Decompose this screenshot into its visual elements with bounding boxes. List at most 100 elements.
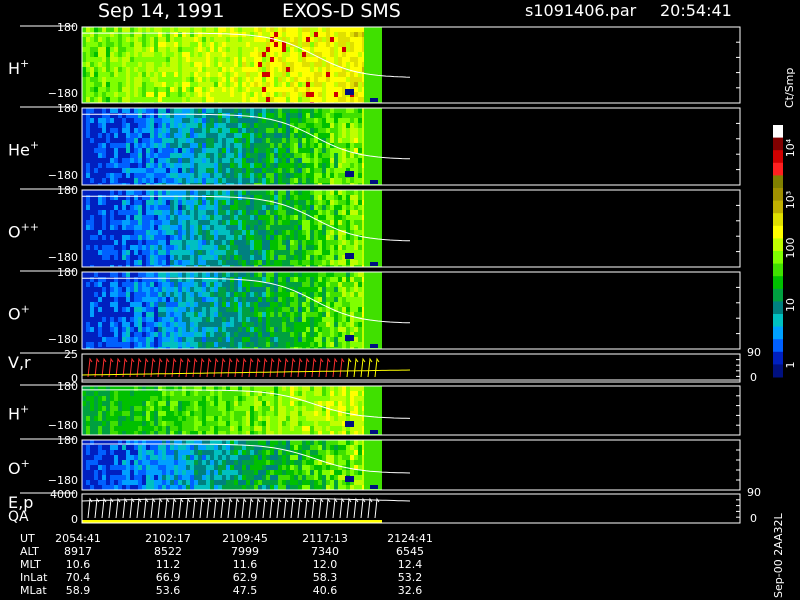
colorbar-swatch [773,225,783,239]
flag-mark [370,98,378,102]
orbit-cell: 2054:41 [55,532,101,545]
colorbar-swatch [773,276,783,290]
heatmap [82,190,382,267]
right-tick-label: 0 [750,512,757,525]
flag-mark [345,171,354,177]
orbit-row-name: MLT [20,558,41,571]
orbit-cell: 8917 [64,545,92,558]
orbit-cell: 2124:41 [387,532,433,545]
colorbar-swatch [773,175,783,189]
end-band [364,190,382,267]
tick-label: −180 [48,419,78,432]
orbit-cell: 7999 [231,545,259,558]
tick-label: 180 [57,102,78,115]
tick-label: −180 [48,251,78,264]
orbit-row-name: UT [20,532,35,545]
colorbar-swatch [773,213,783,227]
orbit-row-name: InLat [20,571,48,584]
heatmap [82,108,382,185]
colorbar-unit: Ct/Smp [783,68,796,108]
flag-mark [345,421,354,427]
tick-label: 180 [57,434,78,447]
colorbar-swatch [773,339,783,353]
colorbar-swatch [773,150,783,164]
flag-mark [345,476,354,482]
orbit-cell: 7340 [311,545,339,558]
tick-label: −180 [48,474,78,487]
colorbar-label: 10⁴ [784,138,797,157]
heatmap [82,440,382,490]
orbit-row-name: ALT [20,545,39,558]
header-date: Sep 14, 1991 [98,0,224,22]
flag-mark [370,180,378,184]
orbit-cell: 53.2 [398,571,423,584]
colorbar-swatch [773,288,783,302]
colorbar-swatch [773,188,783,202]
colorbar-swatch [773,238,783,252]
flag-mark [370,485,378,489]
orbit-cell: 47.5 [233,584,258,597]
colorbar-swatch [773,125,783,139]
orbit-cell: 40.6 [313,584,338,597]
orbit-cell: 6545 [396,545,424,558]
tick-label: 0 [71,513,78,526]
flag-mark [370,430,378,434]
flag-mark [345,89,354,95]
right-tick-label: 90 [747,486,761,499]
orbit-cell: 53.6 [156,584,181,597]
colorbar-swatch [773,200,783,214]
orbit-row-name: MLat [20,584,47,597]
flag-mark [370,344,378,348]
flag-mark [370,262,378,266]
tick-label: 180 [57,380,78,393]
colorbar-swatch [773,326,783,340]
flag-mark [345,253,354,259]
tick-label: −180 [48,87,78,100]
orbit-cell: 12.0 [313,558,338,571]
end-band [364,440,382,490]
tick-label: 180 [57,266,78,279]
end-band [364,108,382,185]
footer-stamp: Sep-00 2AA32L [772,512,785,598]
tick-label: 25 [64,348,78,361]
colorbar-swatch [773,162,783,176]
orbit-cell: 58.3 [313,571,338,584]
colorbar-label: 10 [784,298,797,312]
tick-label: 180 [57,21,78,34]
colorbar-swatch [773,137,783,151]
right-tick-label: 90 [747,346,761,359]
colorbar-swatch [773,301,783,315]
orbit-cell: 2117:13 [302,532,348,545]
orbit-cell: 11.2 [156,558,181,571]
panel-label-2: QA [8,509,29,525]
panel-label: V,r [8,353,31,372]
orbit-cell: 58.9 [66,584,91,597]
tick-label: 180 [57,184,78,197]
colorbar-label: 1 [784,362,797,369]
orbit-cell: 2109:45 [222,532,268,545]
flag-mark [345,335,354,341]
colorbar-label: 100 [784,238,797,259]
right-tick-label: 0 [750,371,757,384]
colorbar-swatch [773,351,783,365]
colorbar-swatch [773,263,783,277]
orbit-cell: 66.9 [156,571,181,584]
orbit-cell: 8522 [154,545,182,558]
header-file: s1091406.par [525,1,637,20]
heatmap [82,272,382,349]
heatmap [82,27,382,103]
tick-label: −180 [48,169,78,182]
orbit-cell: 10.6 [66,558,91,571]
header-instrument: EXOS-D SMS [282,0,401,22]
header-time: 20:54:41 [660,1,732,20]
end-band [364,27,382,103]
tick-label: −180 [48,333,78,346]
orbit-cell: 32.6 [398,584,423,597]
orbit-cell: 12.4 [398,558,423,571]
tick-label: 4000 [50,488,78,501]
orbit-cell: 11.6 [233,558,258,571]
sms-plot: Sep 14, 1991 EXOS-D SMS s1091406.par 20:… [0,0,800,600]
end-band [364,386,382,435]
colorbar-swatch [773,314,783,328]
orbit-cell: 70.4 [66,571,91,584]
